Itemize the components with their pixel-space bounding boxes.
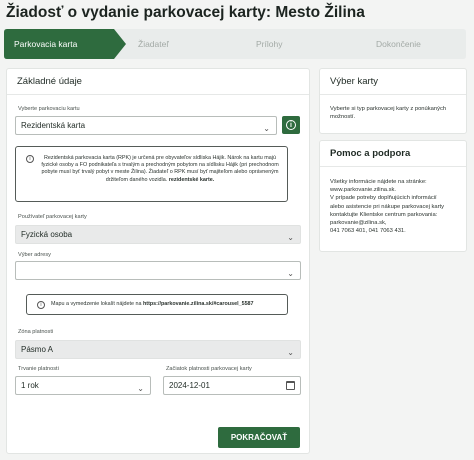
card-type-value: Rezidentská karta: [21, 121, 86, 130]
map-info-text: Mapu a vymedzenie lokalít nájdete na htt…: [51, 301, 254, 308]
help-line: V prípade potreby doplňujúcich informáci…: [330, 195, 437, 202]
info-circle-icon: i: [37, 301, 45, 309]
chevron-down-icon: ⌄: [287, 348, 294, 357]
card-info-text: Rezidentská parkovacia karta (RPK) je ur…: [41, 155, 279, 184]
map-note-text: Mapu a vymedzenie lokalít nájdete na: [51, 301, 142, 307]
step-label: Dokončenie: [376, 39, 421, 49]
user-type-value: Fyzická osoba: [21, 230, 73, 239]
zone-value: Pásmo A: [21, 345, 54, 354]
address-select[interactable]: ⌄: [15, 261, 301, 280]
help-phone: 041 7063 401, 041 7063 431.: [330, 228, 406, 235]
step-shape: [114, 29, 242, 59]
step-ziadatel[interactable]: Žiadateľ: [114, 29, 242, 59]
step-label: Prílohy: [256, 39, 283, 49]
help-link-web[interactable]: www.parkovanie.zilina.sk.: [330, 186, 466, 194]
stepper: Parkovacia karta Žiadateľ Prílohy Dokonč…: [4, 29, 466, 59]
note-text-bold: rezidentské karte.: [168, 176, 215, 183]
user-type-select[interactable]: Fyzická osoba ⌄: [15, 225, 301, 244]
info-icon: i: [286, 120, 296, 130]
note-text-body: Rezidentská parkovacia karta (RPK) je ur…: [41, 155, 279, 183]
help-line: Všetky informácie nájdete na stránke:: [330, 179, 427, 185]
card-info-note: i Rezidentská parkovacia karta (RPK) je …: [15, 146, 288, 202]
page-title: Žiadosť o vydanie parkovacej karty: Mest…: [6, 4, 365, 21]
zone-select[interactable]: Pásmo A ⌄: [15, 340, 301, 359]
start-date-value: 2024-12-01: [169, 381, 210, 390]
chevron-down-icon: ⌄: [263, 124, 270, 133]
card-title: Pomoc a podpora: [320, 141, 466, 167]
step-prilohy[interactable]: Prílohy: [228, 29, 356, 59]
card-type-select[interactable]: Rezidentská karta ⌄: [15, 116, 277, 135]
card-selection-text: Vyberte si typ parkovacej karty z ponúka…: [330, 106, 447, 121]
chevron-down-icon: ⌄: [137, 384, 144, 393]
map-link[interactable]: https://parkovanie.zilina.sk/#carousel_5…: [143, 301, 254, 307]
card-type-label: Vyberte parkovaciu kartu: [18, 106, 80, 112]
step-label: Parkovacia karta: [14, 39, 78, 49]
help-support-card: Pomoc a podpora Všetky informácie nájdet…: [319, 140, 467, 252]
duration-label: Trvanie platnosti: [18, 366, 59, 372]
step-parkovacia-karta[interactable]: Parkovacia karta: [4, 29, 128, 59]
card-title: Výber karty: [320, 69, 466, 95]
step-label: Žiadateľ: [138, 39, 169, 49]
map-info-note: i Mapu a vymedzenie lokalít nájdete na h…: [26, 294, 288, 315]
zone-label: Zóna platnosti: [18, 329, 54, 335]
user-type-label: Používateľ parkovacej karty: [18, 214, 87, 220]
duration-select[interactable]: 1 rok ⌄: [15, 376, 151, 395]
start-date-label: Začiatok platnosti parkovacej karty: [166, 366, 252, 372]
chevron-down-icon: ⌄: [287, 269, 294, 278]
step-shape: [228, 29, 356, 59]
start-date-input[interactable]: 2024-12-01: [163, 376, 301, 395]
help-text: Všetky informácie nájdete na stránke: ww…: [330, 178, 466, 235]
calendar-icon[interactable]: [286, 381, 295, 390]
duration-value: 1 rok: [21, 381, 39, 390]
help-line: alebo asistencie pri nákupe parkovacej k…: [330, 203, 445, 210]
address-label: Výber adresy: [18, 252, 51, 258]
info-button[interactable]: i: [282, 116, 300, 134]
card-title: Základné údaje: [7, 69, 309, 95]
step-dokoncenie[interactable]: Dokončenie: [342, 29, 466, 59]
help-line: kontaktujte Klientske centrum parkovania…: [330, 211, 438, 218]
info-circle-icon: i: [26, 155, 34, 163]
chevron-down-icon: ⌄: [287, 233, 294, 242]
card-selection-help: Výber karty Vyberte si typ parkovacej ka…: [319, 68, 467, 134]
continue-button[interactable]: POKRAČOVAŤ: [218, 427, 300, 448]
help-link-email[interactable]: parkovanie@zilina.sk,: [330, 219, 466, 227]
